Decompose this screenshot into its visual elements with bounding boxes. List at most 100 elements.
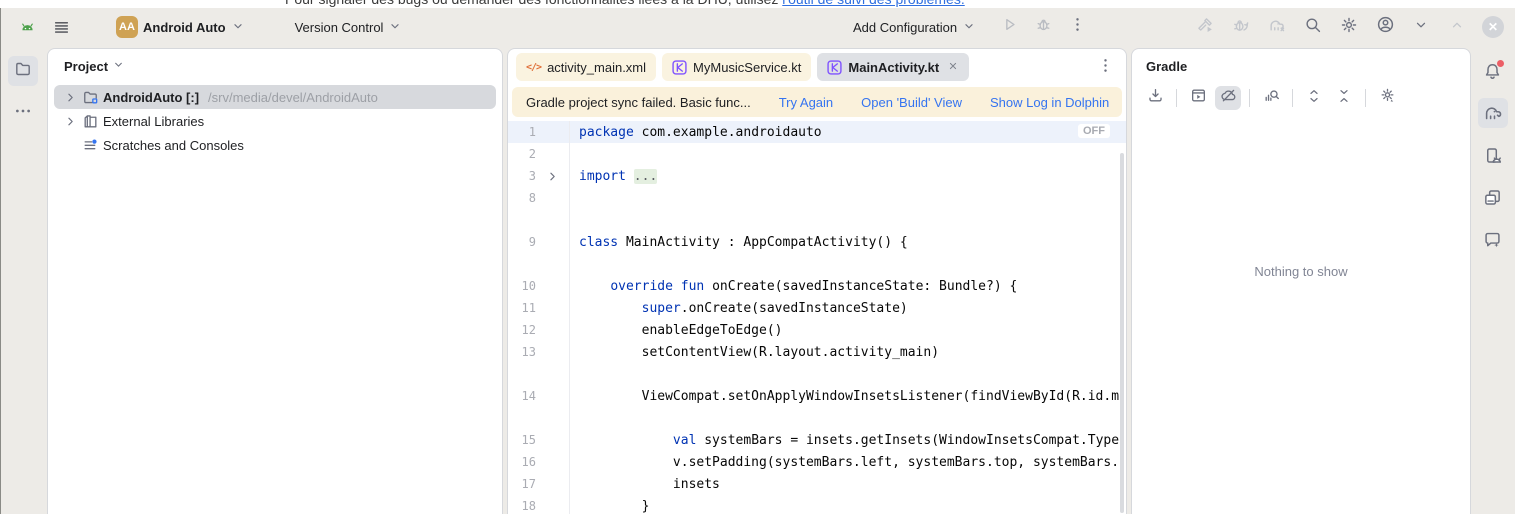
search-tasks-button[interactable]	[1258, 86, 1284, 110]
ai-assistant-chat-button[interactable]	[1478, 224, 1508, 254]
chevron-down-icon	[962, 19, 976, 36]
search-everywhere-button[interactable]	[1299, 13, 1327, 41]
banner-link[interactable]: Show Log in Dolphin	[990, 95, 1109, 110]
code-line[interactable]	[508, 209, 1126, 231]
code-line[interactable]: 1 package com.example.androidauto	[508, 121, 1126, 143]
background-text-prefix: Pour signaler des bugs ou demander des f…	[285, 0, 782, 7]
gradle-elephant-button[interactable]	[1478, 98, 1508, 128]
more-toolwindows-button[interactable]	[8, 98, 38, 128]
project-panel-header[interactable]: Project	[48, 49, 502, 83]
android-project-icon	[82, 89, 99, 106]
tree-row[interactable]: AndroidAuto [:]/srv/media/devel/AndroidA…	[54, 85, 496, 109]
scratches-icon	[82, 137, 99, 154]
highlighting-off-badge[interactable]: OFF	[1078, 124, 1110, 138]
gradle-elephant-icon	[1483, 103, 1503, 123]
gutter-fold-zone	[536, 341, 570, 363]
tree-chevron-right-icon[interactable]	[62, 114, 78, 129]
code-token: override	[610, 279, 673, 294]
code-line[interactable]: 16 v.setPadding(systemBars.left, systemB…	[508, 451, 1126, 473]
user-account-icon	[1376, 15, 1395, 39]
gradle-empty-text: Nothing to show	[1132, 264, 1470, 279]
chevron-down-button[interactable]	[1407, 13, 1435, 41]
code-line[interactable]: 13 setContentView(R.layout.activity_main…	[508, 341, 1126, 363]
banner-link[interactable]: Open 'Build' View	[861, 95, 962, 110]
code-token: systemBars = insets.getInsets(WindowInse…	[696, 433, 1119, 448]
code-line[interactable]: 17 insets	[508, 473, 1126, 495]
run-configuration-widget[interactable]: Add Configuration	[846, 13, 983, 41]
notification-badge-dot	[1497, 60, 1504, 67]
run-play-button[interactable]	[995, 13, 1023, 41]
running-devices-button[interactable]	[1478, 140, 1508, 170]
expand-all-button[interactable]	[1301, 86, 1327, 110]
tab-close-icon[interactable]	[947, 60, 959, 75]
code-line[interactable]: 15 val systemBars = insets.getInsets(Win…	[508, 429, 1126, 451]
code-line[interactable]: 2	[508, 143, 1126, 165]
tree-item-label: AndroidAuto [:]	[103, 90, 199, 105]
code-text: v.setPadding(systemBars.left, systemBars…	[570, 455, 1119, 470]
sync-gradle-button[interactable]	[1263, 13, 1291, 41]
rerun-debug-button[interactable]	[1227, 13, 1255, 41]
tab-options-kebab-icon[interactable]	[1097, 57, 1114, 78]
project-widget[interactable]: AA Android Auto	[109, 13, 252, 41]
chevron-down-icon	[231, 19, 245, 36]
code-text: ViewCompat.setOnApplyWindowInsetsListene…	[570, 389, 1119, 404]
code-editor[interactable]: 1 package com.example.androidauto 23import…	[508, 121, 1126, 514]
code-line[interactable]: 10 override fun onCreate(savedInstanceSt…	[508, 275, 1126, 297]
build-run-button[interactable]	[1191, 13, 1219, 41]
code-line[interactable]: 18 }	[508, 495, 1126, 514]
run-task-button[interactable]	[1185, 86, 1211, 110]
code-token	[579, 301, 642, 316]
code-token	[579, 433, 673, 448]
project-toolwindow-button[interactable]	[8, 56, 38, 86]
line-number: 17	[508, 477, 536, 491]
vcs-widget-label: Version Control	[295, 20, 384, 35]
editor-scrollbar[interactable]	[1120, 153, 1124, 513]
settings-gear-button[interactable]	[1335, 13, 1363, 41]
line-number: 11	[508, 301, 536, 315]
device-explorer-button[interactable]	[1478, 182, 1508, 212]
code-text: super.onCreate(savedInstanceState)	[570, 301, 908, 316]
gutter-fold-zone	[536, 429, 570, 451]
tree-chevron-right-icon[interactable]	[62, 90, 78, 105]
close-circle-icon: ✕	[1482, 16, 1504, 38]
editor-tab[interactable]: </>activity_main.xml	[516, 53, 656, 81]
debug-bug-button[interactable]	[1029, 13, 1057, 41]
main-menu-hamburger-icon[interactable]	[47, 13, 75, 41]
search-everywhere-icon	[1304, 16, 1322, 39]
code-line[interactable]: 8	[508, 187, 1126, 209]
code-line[interactable]: 12 enableEdgeToEdge()	[508, 319, 1126, 341]
gradle-settings-button[interactable]	[1374, 86, 1400, 110]
offline-mode-button[interactable]	[1215, 86, 1241, 110]
code-line[interactable]: 11 super.onCreate(savedInstanceState)	[508, 297, 1126, 319]
download-sources-button[interactable]	[1142, 86, 1168, 110]
more-kebab-button[interactable]	[1063, 13, 1091, 41]
code-line[interactable]	[508, 407, 1126, 429]
code-text: enableEdgeToEdge()	[570, 323, 783, 338]
close-circle-button[interactable]: ✕	[1479, 13, 1507, 41]
code-text: class MainActivity : AppCompatActivity()…	[570, 235, 908, 250]
vcs-widget[interactable]: Version Control	[288, 13, 410, 41]
chevron-down-icon	[112, 58, 125, 74]
code-line[interactable]	[508, 253, 1126, 275]
line-number: 1	[508, 125, 536, 139]
tree-row[interactable]: External Libraries	[54, 109, 496, 133]
code-text: package com.example.androidauto	[570, 125, 822, 140]
banner-link[interactable]: Try Again	[779, 95, 833, 110]
code-line[interactable]: 14 ViewCompat.setOnApplyWindowInsetsList…	[508, 385, 1126, 407]
background-text-link: l'outil de suivi des problèmes.	[782, 0, 964, 7]
notifications-bell-button[interactable]	[1478, 56, 1508, 86]
editor-tab[interactable]: MainActivity.kt	[817, 53, 969, 81]
code-token: ViewCompat.setOnApplyWindowInsetsListene…	[579, 389, 1119, 404]
fold-chevron-icon[interactable]	[536, 165, 570, 187]
code-line[interactable]: 9class MainActivity : AppCompatActivity(…	[508, 231, 1126, 253]
editor-tab[interactable]: MyMusicService.kt	[662, 53, 811, 81]
chevron-up-button[interactable]	[1443, 13, 1471, 41]
code-token: .onCreate(savedInstanceState)	[681, 301, 908, 316]
collapse-all-button[interactable]	[1331, 86, 1357, 110]
code-line[interactable]: 3import ...	[508, 165, 1126, 187]
tree-row[interactable]: Scratches and Consoles	[54, 133, 496, 157]
code-line[interactable]	[508, 363, 1126, 385]
user-account-button[interactable]	[1371, 13, 1399, 41]
line-number: 18	[508, 499, 536, 513]
gutter-fold-zone	[536, 407, 570, 429]
